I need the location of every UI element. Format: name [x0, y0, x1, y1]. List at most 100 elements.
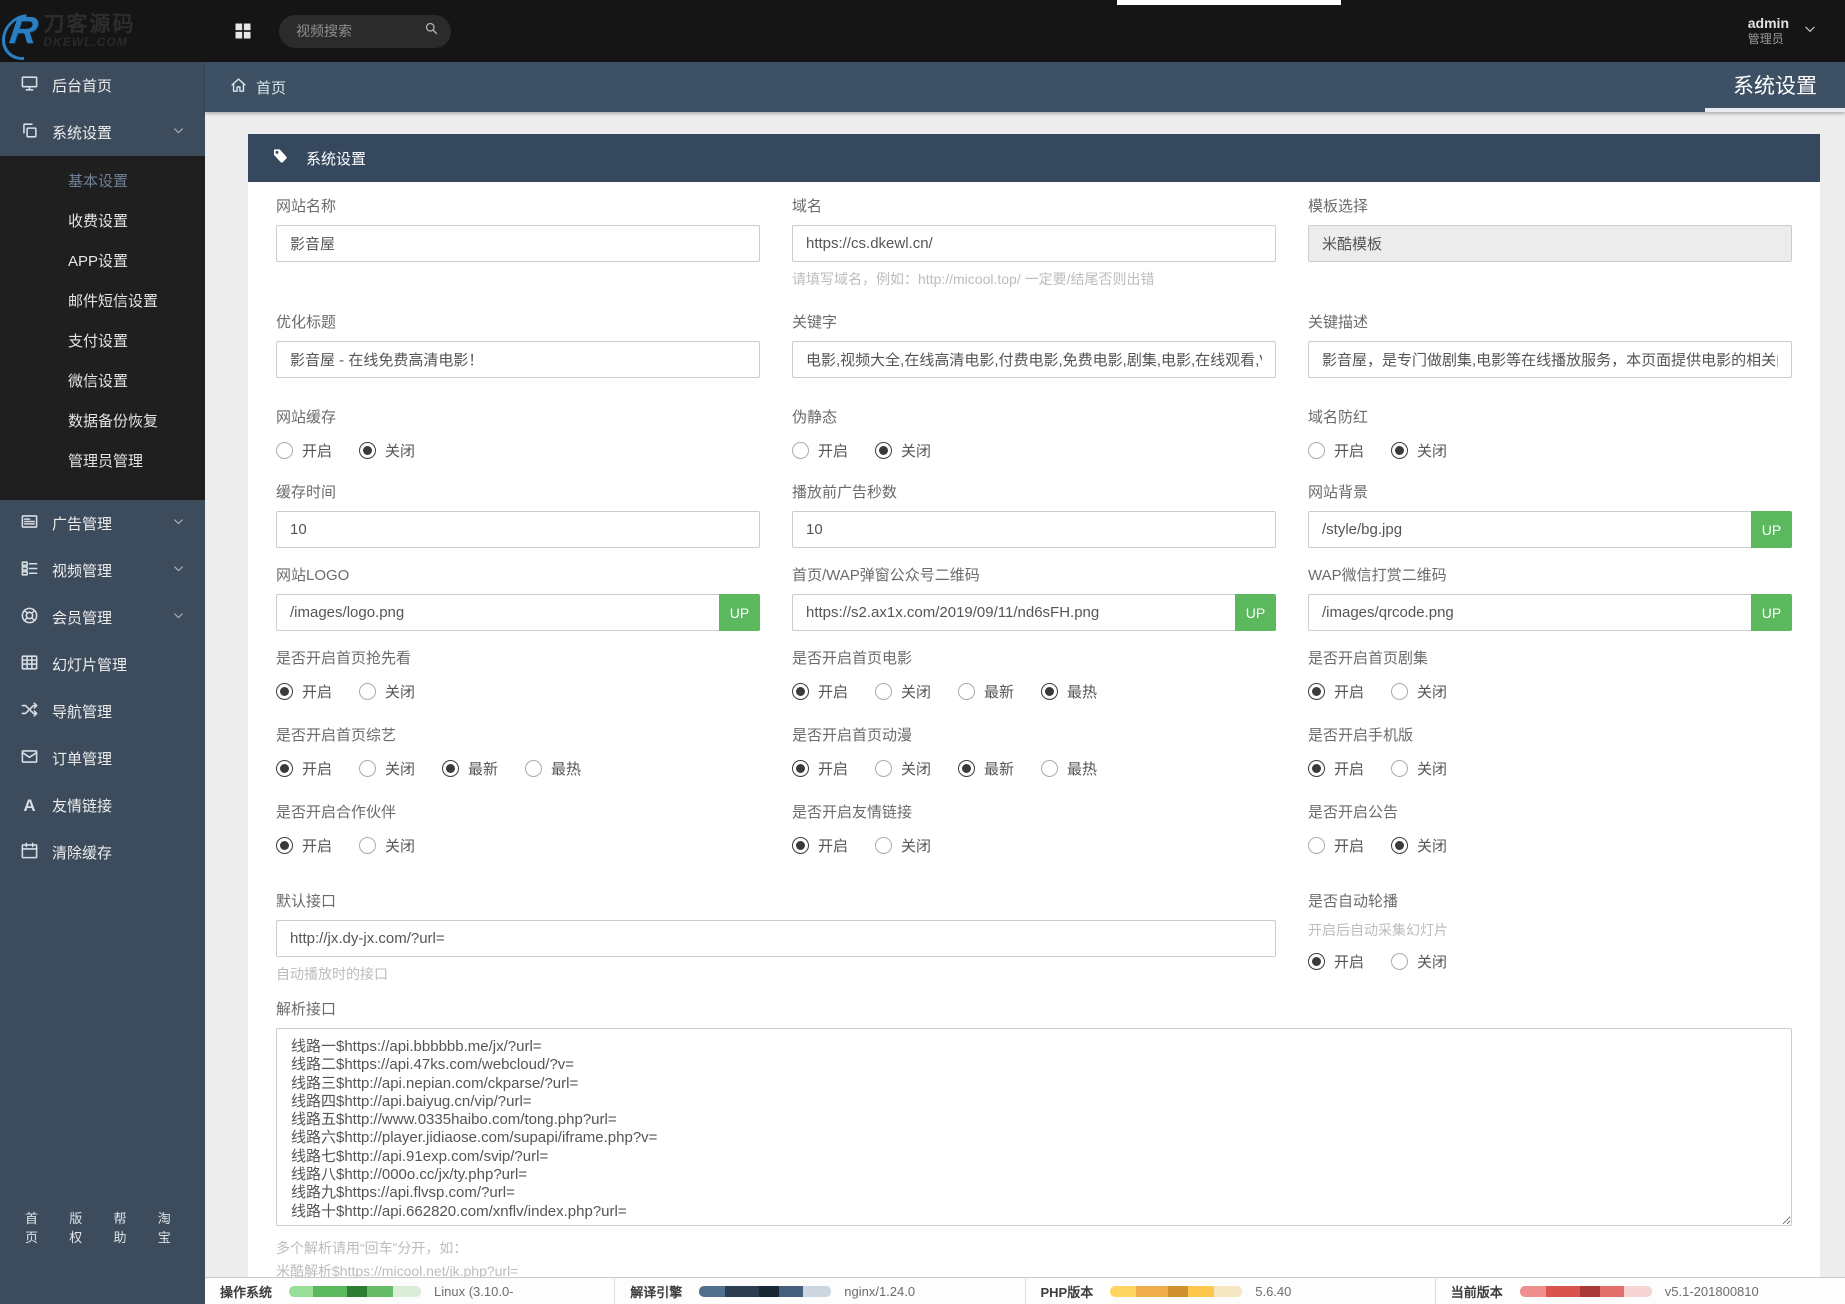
radio-circle[interactable] — [1391, 760, 1408, 777]
radio-option[interactable]: 最新 — [442, 758, 498, 779]
footer-link-help[interactable]: 帮助 — [114, 1208, 136, 1246]
search-icon[interactable] — [424, 21, 439, 41]
wap-qrcode-upload-button[interactable]: UP — [1235, 594, 1276, 631]
submenu-item-mail-sms-settings[interactable]: 邮件短信设置 — [0, 282, 205, 322]
radio-circle[interactable] — [958, 683, 975, 700]
radio-circle[interactable] — [1308, 837, 1325, 854]
breadcrumb[interactable]: 首页 — [230, 77, 286, 98]
sidebar-item-members[interactable]: 会员管理 — [0, 594, 205, 641]
tab-system-settings[interactable]: 系统设置 — [1705, 62, 1845, 112]
radio-circle[interactable] — [792, 760, 809, 777]
radio-option[interactable]: 最热 — [525, 758, 581, 779]
wechat-qrcode-input[interactable] — [1308, 594, 1751, 631]
grid-menu-icon[interactable] — [233, 21, 253, 41]
wechat-qrcode-upload-button[interactable]: UP — [1751, 594, 1792, 631]
radio-circle[interactable] — [525, 760, 542, 777]
sidebar-item-system-settings[interactable]: 系统设置 — [0, 109, 205, 156]
sidebar-item-clear-cache[interactable]: 清除缓存 — [0, 829, 205, 876]
radio-option[interactable]: 关闭 — [359, 758, 415, 779]
submenu-item-backup-restore[interactable]: 数据备份恢复 — [0, 402, 205, 442]
radio-circle[interactable] — [875, 837, 892, 854]
domain-input[interactable] — [792, 225, 1276, 262]
radio-circle[interactable] — [359, 442, 376, 459]
radio-option[interactable]: 开启 — [1308, 835, 1364, 856]
sidebar-item-ads[interactable]: 广告管理 — [0, 500, 205, 547]
radio-circle[interactable] — [276, 683, 293, 700]
radio-circle[interactable] — [958, 760, 975, 777]
site-name-input[interactable] — [276, 225, 760, 262]
footer-link-taobao[interactable]: 淘宝 — [158, 1208, 180, 1246]
radio-option[interactable]: 最热 — [1041, 758, 1097, 779]
radio-option[interactable]: 关闭 — [1391, 835, 1447, 856]
footer-link-copyright[interactable]: 版权 — [69, 1208, 91, 1246]
radio-circle[interactable] — [1391, 683, 1408, 700]
radio-option[interactable]: 最新 — [958, 758, 1014, 779]
radio-circle[interactable] — [359, 683, 376, 700]
radio-option[interactable]: 最热 — [1041, 681, 1097, 702]
radio-option[interactable]: 关闭 — [359, 681, 415, 702]
app-logo[interactable]: R 刀客源码 DKEWL.COM — [0, 0, 205, 62]
radio-option[interactable]: 关闭 — [875, 758, 931, 779]
radio-circle[interactable] — [792, 442, 809, 459]
seo-title-input[interactable] — [276, 341, 760, 378]
radio-option[interactable]: 开启 — [792, 440, 848, 461]
ad-seconds-input[interactable] — [792, 511, 1276, 548]
radio-option[interactable]: 开启 — [1308, 951, 1364, 972]
radio-circle[interactable] — [875, 442, 892, 459]
submenu-item-wechat-settings[interactable]: 微信设置 — [0, 362, 205, 402]
submenu-item-fee-settings[interactable]: 收费设置 — [0, 202, 205, 242]
radio-circle[interactable] — [442, 760, 459, 777]
footer-link-home[interactable]: 首页 — [25, 1208, 47, 1246]
submenu-item-basic-settings[interactable]: 基本设置 — [0, 162, 205, 202]
user-menu[interactable]: admin 管理员 — [1748, 15, 1817, 48]
keywords-input[interactable] — [792, 341, 1276, 378]
radio-option[interactable]: 关闭 — [1391, 951, 1447, 972]
radio-option[interactable]: 关闭 — [359, 440, 415, 461]
submenu-item-app-settings[interactable]: APP设置 — [0, 242, 205, 282]
radio-circle[interactable] — [1308, 760, 1325, 777]
radio-circle[interactable] — [1391, 837, 1408, 854]
radio-circle[interactable] — [276, 837, 293, 854]
submenu-item-payment-settings[interactable]: 支付设置 — [0, 322, 205, 362]
radio-circle[interactable] — [875, 683, 892, 700]
sidebar-item-friend-links[interactable]: A 友情链接 — [0, 782, 205, 829]
radio-circle[interactable] — [792, 683, 809, 700]
radio-circle[interactable] — [792, 837, 809, 854]
submenu-item-admin-management[interactable]: 管理员管理 — [0, 442, 205, 482]
radio-circle[interactable] — [359, 837, 376, 854]
radio-circle[interactable] — [1391, 953, 1408, 970]
radio-circle[interactable] — [875, 760, 892, 777]
radio-option[interactable]: 开启 — [792, 681, 848, 702]
sidebar-item-dashboard[interactable]: 后台首页 — [0, 62, 205, 109]
sidebar-item-slides[interactable]: 幻灯片管理 — [0, 641, 205, 688]
radio-option[interactable]: 开启 — [792, 835, 848, 856]
radio-option[interactable]: 关闭 — [1391, 681, 1447, 702]
wap-qrcode-input[interactable] — [792, 594, 1235, 631]
radio-circle[interactable] — [359, 760, 376, 777]
radio-option[interactable]: 关闭 — [1391, 440, 1447, 461]
radio-circle[interactable] — [1308, 953, 1325, 970]
template-select[interactable]: 米酷模板 — [1308, 225, 1792, 262]
radio-circle[interactable] — [1041, 683, 1058, 700]
radio-option[interactable]: 开启 — [276, 440, 332, 461]
radio-option[interactable]: 关闭 — [875, 440, 931, 461]
radio-option[interactable]: 开启 — [276, 758, 332, 779]
description-input[interactable] — [1308, 341, 1792, 378]
radio-circle[interactable] — [1391, 442, 1408, 459]
radio-circle[interactable] — [1308, 442, 1325, 459]
parse-api-textarea[interactable] — [276, 1028, 1792, 1226]
radio-option[interactable]: 开启 — [792, 758, 848, 779]
radio-option[interactable]: 开启 — [276, 835, 332, 856]
default-api-input[interactable] — [276, 920, 1276, 957]
radio-circle[interactable] — [276, 442, 293, 459]
site-logo-input[interactable] — [276, 594, 719, 631]
radio-circle[interactable] — [1041, 760, 1058, 777]
site-logo-upload-button[interactable]: UP — [719, 594, 760, 631]
search-input[interactable] — [296, 23, 424, 39]
radio-option[interactable]: 开启 — [276, 681, 332, 702]
radio-option[interactable]: 最新 — [958, 681, 1014, 702]
radio-option[interactable]: 关闭 — [875, 681, 931, 702]
sidebar-item-navigation[interactable]: 导航管理 — [0, 688, 205, 735]
radio-option[interactable]: 开启 — [1308, 758, 1364, 779]
sidebar-item-orders[interactable]: 订单管理 — [0, 735, 205, 782]
